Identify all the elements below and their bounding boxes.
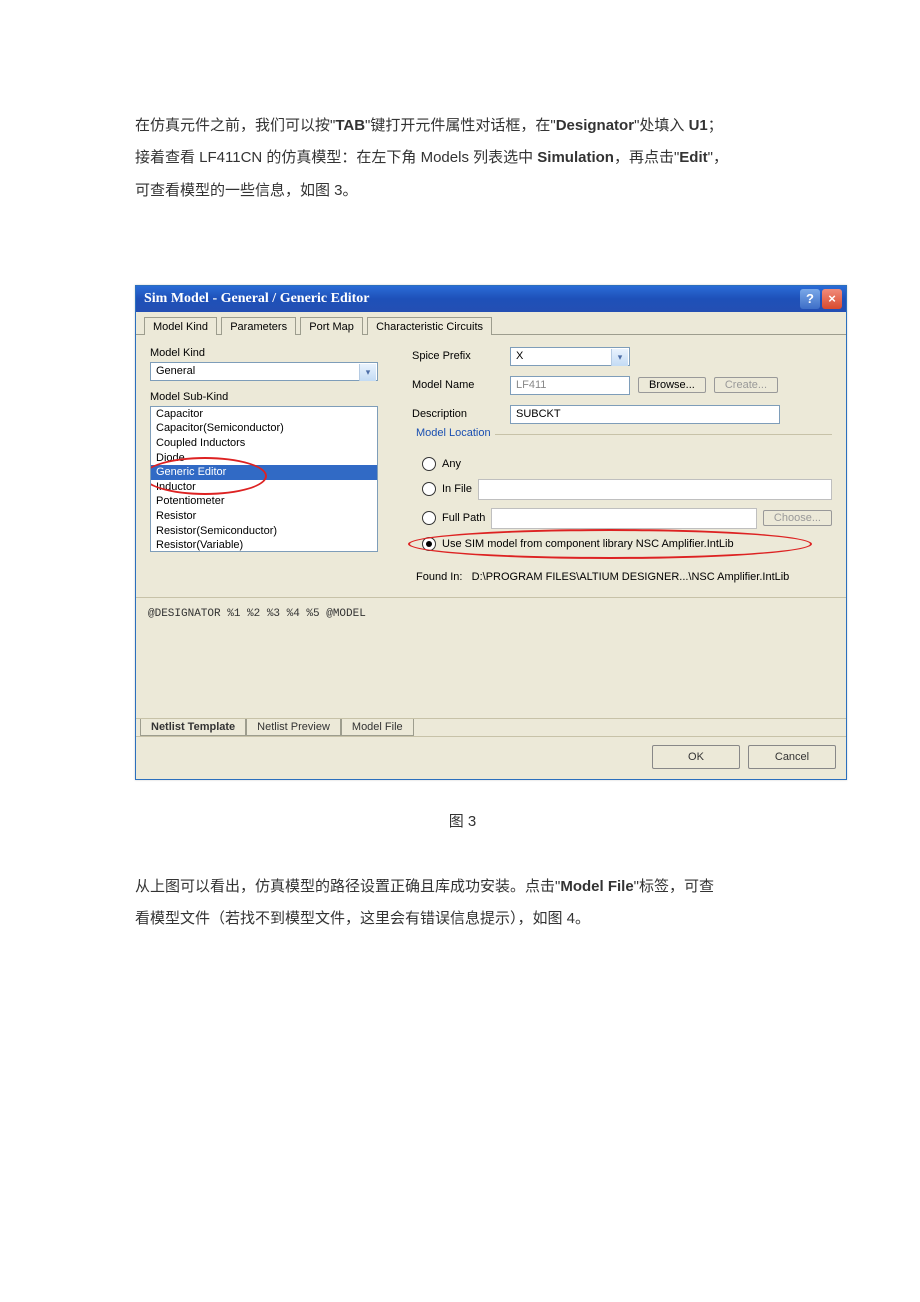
tab-parameters[interactable]: Parameters: [221, 317, 296, 335]
description-label: Description: [412, 408, 502, 420]
radio-full-path[interactable]: [422, 511, 436, 525]
figure-caption: 图 3: [135, 810, 790, 831]
list-item[interactable]: Diode: [151, 451, 377, 466]
chevron-down-icon: ▾: [611, 349, 628, 366]
netlist-template-area: @DESIGNATOR %1 %2 %3 %4 %5 @MODEL: [136, 597, 846, 718]
spice-prefix-label: Spice Prefix: [412, 350, 502, 362]
chevron-down-icon: ▾: [359, 364, 376, 381]
list-item[interactable]: Resistor(Variable): [151, 538, 377, 552]
full-path-field[interactable]: [491, 508, 756, 529]
browse-button[interactable]: Browse...: [638, 377, 706, 393]
list-item[interactable]: Capacitor: [151, 407, 377, 422]
radio-use-library[interactable]: [422, 537, 436, 551]
model-subkind-list[interactable]: CapacitorCapacitor(Semiconductor)Coupled…: [150, 406, 378, 552]
tab-port-map[interactable]: Port Map: [300, 317, 363, 335]
radio-in-file[interactable]: [422, 482, 436, 496]
window-title: Sim Model - General / Generic Editor: [144, 291, 370, 307]
dialog-footer: OK Cancel: [136, 736, 846, 779]
list-item[interactable]: Resistor(Semiconductor): [151, 524, 377, 539]
cancel-button[interactable]: Cancel: [748, 745, 836, 769]
tab-netlist-template[interactable]: Netlist Template: [140, 719, 246, 736]
list-item[interactable]: Generic Editor: [151, 465, 377, 480]
radio-any[interactable]: [422, 457, 436, 471]
tab-characteristic-circuits[interactable]: Characteristic Circuits: [367, 317, 492, 335]
help-button[interactable]: ?: [800, 289, 820, 309]
close-button[interactable]: ×: [822, 289, 842, 309]
list-item[interactable]: Capacitor(Semiconductor): [151, 421, 377, 436]
model-name-field[interactable]: LF411: [510, 376, 630, 395]
model-kind-label: Model Kind: [150, 347, 390, 359]
list-item[interactable]: Coupled Inductors: [151, 436, 377, 451]
intro-paragraph: 在仿真元件之前，我们可以按"TAB"键打开元件属性对话框，在"Designato…: [135, 110, 790, 207]
sim-model-dialog: Sim Model - General / Generic Editor ? ×…: [135, 285, 847, 780]
spice-prefix-select[interactable]: X ▾: [510, 347, 630, 366]
found-in-row: Found In: D:\PROGRAM FILES\ALTIUM DESIGN…: [416, 571, 832, 583]
top-tabstrip: Model Kind Parameters Port Map Character…: [136, 312, 846, 335]
outro-paragraph: 从上图可以看出，仿真模型的路径设置正确且库成功安装。点击"Model File"…: [135, 871, 790, 936]
choose-button[interactable]: Choose...: [763, 510, 832, 526]
create-button[interactable]: Create...: [714, 377, 778, 393]
model-subkind-label: Model Sub-Kind: [150, 391, 390, 403]
model-location-title: Model Location: [412, 427, 495, 439]
tab-model-file[interactable]: Model File: [341, 719, 414, 736]
list-item[interactable]: Potentiometer: [151, 494, 377, 509]
list-item[interactable]: Inductor: [151, 480, 377, 495]
description-field[interactable]: SUBCKT: [510, 405, 780, 424]
list-item[interactable]: Resistor: [151, 509, 377, 524]
model-location-group: Model Location Any In File Full P: [412, 434, 832, 583]
bottom-tabstrip: Netlist TemplateNetlist PreviewModel Fil…: [136, 718, 846, 736]
tab-netlist-preview[interactable]: Netlist Preview: [246, 719, 341, 736]
titlebar: Sim Model - General / Generic Editor ? ×: [136, 286, 846, 312]
in-file-path[interactable]: [478, 479, 832, 500]
model-kind-select[interactable]: General ▾: [150, 362, 378, 381]
ok-button[interactable]: OK: [652, 745, 740, 769]
model-name-label: Model Name: [412, 379, 502, 391]
tab-model-kind[interactable]: Model Kind: [144, 317, 217, 335]
